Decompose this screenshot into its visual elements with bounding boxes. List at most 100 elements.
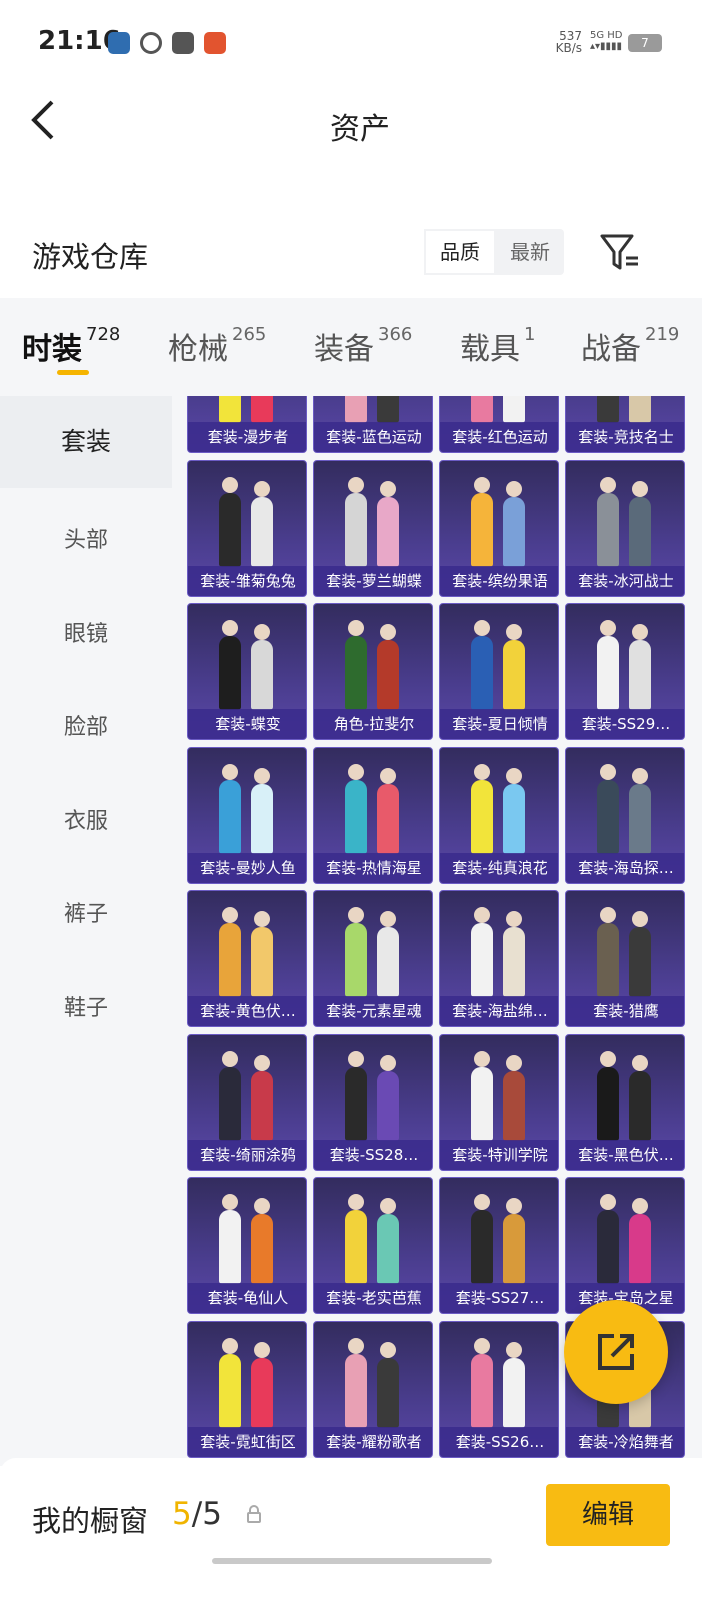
sidebar-item-glasses[interactable]: 眼镜 [0, 616, 172, 648]
filter-button[interactable] [600, 232, 640, 272]
sidebar-item-clothes[interactable]: 衣服 [0, 803, 172, 835]
outfit-name: 套装-SS26… [440, 1426, 558, 1457]
subcategory-sidebar: 套装 头部 眼镜 脸部 衣服 裤子 鞋子 [0, 396, 172, 1466]
tab-gear[interactable]: 战备 219 [581, 324, 679, 368]
outfit-name: 套装-蓝色运动 [314, 422, 432, 452]
sidebar-item-head[interactable]: 头部 [0, 522, 172, 554]
character-figure [345, 1194, 367, 1284]
character-figure [219, 907, 241, 997]
character-figure [629, 480, 651, 567]
outfit-image [209, 1192, 285, 1284]
outfit-image [209, 905, 285, 997]
outfit-card[interactable]: 套装-元素星魂 [313, 890, 433, 1027]
sort-quality-button[interactable]: 品质 [424, 229, 496, 275]
outfit-card[interactable]: 套装-特训学院 [439, 1033, 559, 1171]
outfit-image [461, 1049, 537, 1141]
tab-fashion[interactable]: 时装 728 [22, 324, 120, 368]
sync-notification-icon [140, 32, 162, 54]
outfit-image [209, 475, 285, 567]
message-notification-icon [172, 32, 194, 54]
outfit-name: 套装-霓虹街区 [188, 1426, 306, 1457]
outfit-name: 角色-拉斐尔 [314, 709, 432, 739]
outfit-card[interactable]: 套装-宝岛之星 [565, 1177, 685, 1314]
outfit-card[interactable]: 套装-绮丽涂鸦 [187, 1033, 307, 1171]
character-head [632, 624, 648, 640]
sidebar-item-suits[interactable]: 套装 [0, 396, 172, 488]
outfit-card[interactable]: 套装-热情海星 [313, 746, 433, 884]
outfit-card[interactable]: 套装-SS29… [565, 603, 685, 740]
outfit-image [335, 905, 411, 997]
outfit-card[interactable]: 角色-拉斐尔 [313, 603, 433, 740]
outfit-card[interactable]: 套装-霓虹街区 [187, 1320, 307, 1458]
outfit-name: 套装-雏菊兔兔 [188, 565, 306, 596]
character-figure [629, 624, 651, 710]
tab-count: 265 [232, 324, 267, 345]
character-figure [251, 624, 273, 710]
outfit-card[interactable]: 套装-竞技名士 [565, 396, 685, 453]
character-figure [345, 620, 367, 710]
showcase-current: 5 [172, 1496, 192, 1532]
tab-label: 战备 [581, 332, 641, 367]
character-figure [219, 396, 241, 423]
outfit-name: 套装-缤纷果语 [440, 565, 558, 596]
outfit-card[interactable]: 套装-雏菊兔兔 [187, 459, 307, 597]
character-head [348, 620, 364, 636]
tab-firearms[interactable]: 枪械 265 [168, 324, 266, 368]
outfit-card[interactable]: 套装-SS27… [439, 1177, 559, 1314]
character-head [506, 1341, 522, 1358]
outfit-card[interactable]: 套装-蓝色运动 [313, 396, 433, 453]
sidebar-item-pants[interactable]: 裤子 [0, 896, 172, 928]
tab-count: 728 [86, 324, 121, 345]
character-figure [377, 480, 399, 567]
character-head [632, 1198, 648, 1214]
outfit-card[interactable]: 套装-曼妙人鱼 [187, 746, 307, 884]
outfit-card[interactable]: 套装-蝶变 [187, 603, 307, 740]
character-figure [471, 1194, 493, 1284]
tab-equipment[interactable]: 装备 366 [314, 324, 412, 368]
character-figure [251, 767, 273, 854]
outfit-card[interactable]: 套装-漫步者 [187, 396, 307, 453]
outfit-card[interactable]: 套装-萝兰蝴蝶 [313, 459, 433, 597]
character-figure [345, 763, 367, 854]
character-figure [251, 1341, 273, 1428]
character-figure [219, 1194, 241, 1284]
outfit-card[interactable]: 套装-SS26… [439, 1320, 559, 1458]
character-figure [251, 480, 273, 567]
character-figure [345, 1050, 367, 1141]
character-head [254, 911, 270, 927]
outfit-card[interactable]: 套装-海盐绵… [439, 890, 559, 1027]
character-figure [629, 396, 651, 423]
edit-button[interactable]: 编辑 [546, 1484, 670, 1546]
outfit-card[interactable]: 套装-海岛探… [565, 746, 685, 884]
character-head [600, 1050, 616, 1067]
signal-icon: 5G HD ▴▾▮▮▮▮ [590, 30, 623, 52]
outfit-card[interactable]: 套装-SS28… [313, 1033, 433, 1171]
outfit-name: 套装-红色运动 [440, 422, 558, 452]
tab-vehicles[interactable]: 载具 1 [460, 324, 535, 368]
outfit-card[interactable]: 套装-龟仙人 [187, 1177, 307, 1314]
tab-label: 装备 [314, 332, 374, 367]
character-head [506, 767, 522, 784]
outfit-card[interactable]: 套装-红色运动 [439, 396, 559, 453]
outfit-card[interactable]: 套装-黄色伏… [187, 890, 307, 1027]
outfit-image [335, 618, 411, 710]
character-figure [251, 396, 273, 423]
share-button[interactable] [564, 1300, 668, 1404]
character-figure [503, 1054, 525, 1141]
outfit-card[interactable]: 套装-黑色伏… [565, 1033, 685, 1171]
outfit-card[interactable]: 套装-缤纷果语 [439, 459, 559, 597]
outfit-card[interactable]: 套装-耀粉歌者 [313, 1320, 433, 1458]
character-figure [251, 1198, 273, 1284]
outfit-card[interactable]: 套装-老实芭蕉 [313, 1177, 433, 1314]
outfit-card[interactable]: 套装-冰河战士 [565, 459, 685, 597]
sort-newest-button[interactable]: 最新 [496, 229, 564, 275]
outfit-card[interactable]: 套装-猎鹰 [565, 890, 685, 1027]
outfit-card[interactable]: 套装-纯真浪花 [439, 746, 559, 884]
home-indicator [212, 1558, 492, 1564]
character-head [632, 480, 648, 497]
character-figure [219, 1337, 241, 1428]
outfit-image [461, 762, 537, 854]
outfit-card[interactable]: 套装-夏日倾情 [439, 603, 559, 740]
sidebar-item-face[interactable]: 脸部 [0, 709, 172, 741]
sidebar-item-shoes[interactable]: 鞋子 [0, 990, 172, 1022]
